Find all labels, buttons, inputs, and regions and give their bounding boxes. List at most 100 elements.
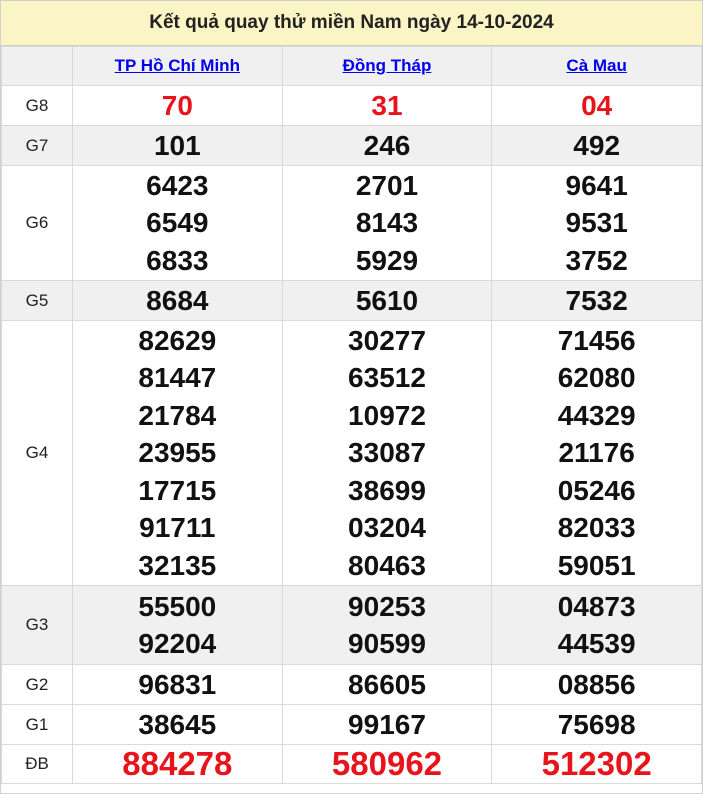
prize-label: G7 (1, 125, 73, 166)
prize-cell-hcm: 101 (72, 125, 283, 166)
winning-number: 80463 (348, 549, 426, 581)
prize-cell-hcm: 70 (72, 85, 283, 126)
prize-row: G6 6423 6549 6833 2701 8143 5929 9641 9531 3752 (1, 165, 702, 281)
results-panel: Kết quả quay thử miền Nam ngày 14-10-202… (0, 0, 703, 794)
winning-number: 2701 (355, 169, 419, 201)
winning-number: 8143 (355, 207, 419, 239)
winning-number: 59051 (557, 549, 636, 581)
prize-cell-hcm: 38645 (72, 704, 283, 745)
page-title: Kết quả quay thử miền Nam ngày 14-10-202… (1, 1, 702, 46)
prize-cell-dong-thap: 99167 (281, 704, 493, 745)
prize-cell-ca-mau: 71456 62080 44329 21176 05246 82033 59051 (491, 320, 702, 586)
prize-cell-ca-mau: 512302 (491, 744, 702, 784)
prize-label: G8 (1, 85, 73, 126)
prize-cell-dong-thap: 31 (281, 85, 493, 126)
winning-number: 92204 (138, 628, 217, 659)
prize-cell-hcm: 82629 81447 21784 23955 17715 91711 32135 (72, 320, 283, 586)
prize-cell-ca-mau: 9641 9531 3752 (491, 165, 702, 281)
winning-number: 90253 (348, 590, 426, 622)
prize-cell-hcm: 55500 92204 (72, 585, 283, 665)
winning-number: 6549 (146, 207, 209, 239)
prize-cell-hcm: 6423 6549 6833 (72, 165, 283, 281)
winning-number: 99167 (348, 708, 426, 740)
province-link-dong-thap[interactable]: Đồng Tháp (343, 56, 432, 75)
prize-label: G3 (1, 585, 73, 665)
prize-label: G2 (1, 664, 73, 705)
province-header-ca-mau: Cà Mau (491, 46, 702, 86)
winning-number: 91711 (139, 512, 216, 544)
province-link-hcm[interactable]: TP Hồ Chí Minh (115, 56, 240, 75)
prize-label: ĐB (1, 744, 73, 784)
winning-number: 21784 (138, 399, 217, 431)
winning-number: 04 (581, 89, 613, 121)
prize-cell-ca-mau: 7532 (491, 280, 702, 321)
winning-number: 44539 (557, 628, 636, 659)
prize-label: G1 (1, 704, 73, 745)
prize-label: G4 (1, 320, 73, 586)
prize-row: ĐB 884278 580962 512302 (1, 744, 702, 784)
winning-number: 17715 (138, 474, 217, 506)
winning-number: 63512 (348, 362, 426, 394)
province-link-ca-mau[interactable]: Cà Mau (566, 56, 626, 75)
province-header-hcm: TP Hồ Chí Minh (72, 46, 283, 86)
winning-number: 101 (153, 129, 201, 161)
prize-cell-dong-thap: 580962 (281, 744, 493, 784)
prize-label: G6 (1, 165, 73, 281)
winning-number: 03204 (348, 512, 426, 544)
prize-row: G2 96831 86605 08856 (1, 664, 702, 705)
province-header-dong-thap: Đồng Tháp (281, 46, 493, 86)
winning-number: 5929 (355, 244, 419, 276)
winning-number: 62080 (557, 362, 636, 394)
winning-number: 492 (573, 129, 621, 161)
prize-row: G4 82629 81447 21784 23955 17715 91711 32135 302… (1, 320, 702, 586)
winning-number: 90599 (348, 628, 426, 659)
prize-cell-dong-thap: 90253 90599 (281, 585, 493, 665)
winning-number: 6833 (146, 244, 209, 276)
winning-number: 08856 (557, 668, 636, 700)
winning-number: 10972 (348, 399, 426, 431)
prize-row: G5 8684 5610 7532 (1, 280, 702, 321)
prize-row: G3 55500 92204 90253 90599 04873 44539 (1, 585, 702, 665)
winning-number: 9531 (565, 207, 628, 239)
prize-cell-ca-mau: 08856 (491, 664, 702, 705)
winning-number: 30277 (348, 324, 426, 356)
winning-number: 82629 (138, 324, 217, 356)
winning-number: 9641 (565, 169, 628, 201)
prize-cell-ca-mau: 75698 (491, 704, 702, 745)
prize-row: G8 70 31 04 (1, 85, 702, 126)
winning-number: 05246 (557, 474, 636, 506)
winning-number: 71456 (557, 324, 636, 356)
prize-cell-ca-mau: 492 (491, 125, 702, 166)
winning-number: 82033 (557, 512, 636, 544)
prize-cell-dong-thap: 30277 63512 10972 33087 38699 03204 80463 (281, 320, 493, 586)
corner-cell (1, 46, 73, 86)
winning-number: 23955 (138, 437, 217, 469)
results-table: TP Hồ Chí Minh Đồng Tháp Cà Mau G8 70 31 04… (1, 46, 702, 784)
winning-number: 32135 (138, 549, 217, 581)
prize-cell-dong-thap: 246 (281, 125, 493, 166)
winning-number: 86605 (348, 668, 426, 700)
winning-number: 38699 (348, 474, 426, 506)
prize-cell-hcm: 96831 (72, 664, 283, 705)
winning-number: 81447 (138, 362, 217, 394)
prize-cell-hcm: 8684 (72, 280, 283, 321)
winning-number: 246 (363, 129, 411, 161)
prize-label: G5 (1, 280, 73, 321)
winning-number: 75698 (557, 708, 636, 740)
winning-number: 38645 (138, 708, 217, 740)
province-header-row: TP Hồ Chí Minh Đồng Tháp Cà Mau (1, 46, 702, 86)
prize-cell-dong-thap: 2701 8143 5929 (281, 165, 493, 281)
prize-cell-dong-thap: 5610 (281, 280, 493, 321)
prize-cell-ca-mau: 04 (491, 85, 702, 126)
winning-number: 580962 (331, 745, 443, 782)
winning-number: 21176 (558, 437, 635, 469)
prize-cell-dong-thap: 86605 (281, 664, 493, 705)
winning-number: 512302 (541, 745, 652, 782)
winning-number: 44329 (557, 399, 636, 431)
winning-number: 96831 (138, 668, 217, 700)
winning-number: 884278 (122, 745, 233, 782)
winning-number: 5610 (355, 284, 419, 316)
prize-cell-hcm: 884278 (72, 744, 283, 784)
prize-row: G7 101 246 492 (1, 125, 702, 166)
prize-cell-ca-mau: 04873 44539 (491, 585, 702, 665)
